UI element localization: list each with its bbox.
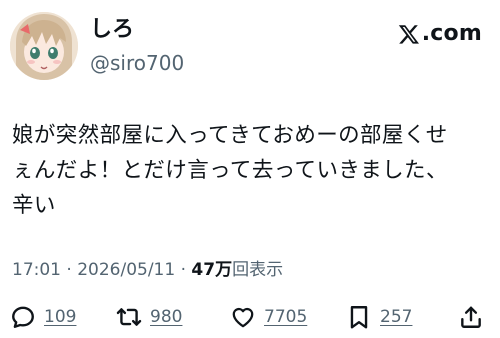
retweet-button[interactable]: 980 (116, 302, 182, 332)
like-count: 7705 (264, 307, 308, 327)
share-icon (461, 306, 481, 328)
tweet-line: 娘が突然部屋に入ってきておめーの部屋くせ (12, 123, 448, 148)
like-button[interactable]: 7705 (230, 302, 307, 332)
tweet-line: 辛い (12, 193, 56, 218)
heart-icon (232, 307, 254, 328)
reply-count: 109 (44, 307, 77, 327)
avatar[interactable] (10, 12, 78, 80)
reply-button[interactable]: 109 (10, 302, 76, 332)
views-label: 回表示 (232, 260, 284, 280)
display-name[interactable]: しろ (90, 16, 134, 44)
user-handle[interactable]: @siro700 (90, 50, 184, 76)
bookmark-icon (350, 306, 368, 329)
reply-icon (12, 306, 34, 328)
tweet-line: ぇんだよ！とだけ言って去っていきました、 (12, 158, 448, 183)
tweet-card: しろ @siro700 .com 娘が突然部屋に入ってきておめーの部屋くせ ぇん… (0, 0, 500, 338)
timestamp[interactable]: 17:01 · 2026/05/11 · (12, 260, 191, 280)
tweet-text: 娘が突然部屋に入ってきておめーの部屋くせ ぇんだよ！とだけ言って去っていきました… (12, 118, 490, 223)
action-bar: 109 980 7705 257 (0, 300, 500, 334)
tweet-meta: 17:01 · 2026/05/11 · 47万回表示 (12, 258, 283, 282)
x-logo-icon (398, 25, 419, 44)
bookmark-button[interactable]: 257 (346, 302, 412, 332)
views-count: 47万 (191, 260, 233, 280)
anime-girl-avatar-icon (10, 12, 78, 80)
brand-link[interactable]: .com (398, 20, 482, 48)
bookmark-count: 257 (380, 307, 413, 327)
retweet-icon (116, 308, 142, 326)
brand-text: .com (421, 21, 482, 46)
share-button[interactable] (458, 302, 484, 332)
retweet-count: 980 (150, 307, 183, 327)
